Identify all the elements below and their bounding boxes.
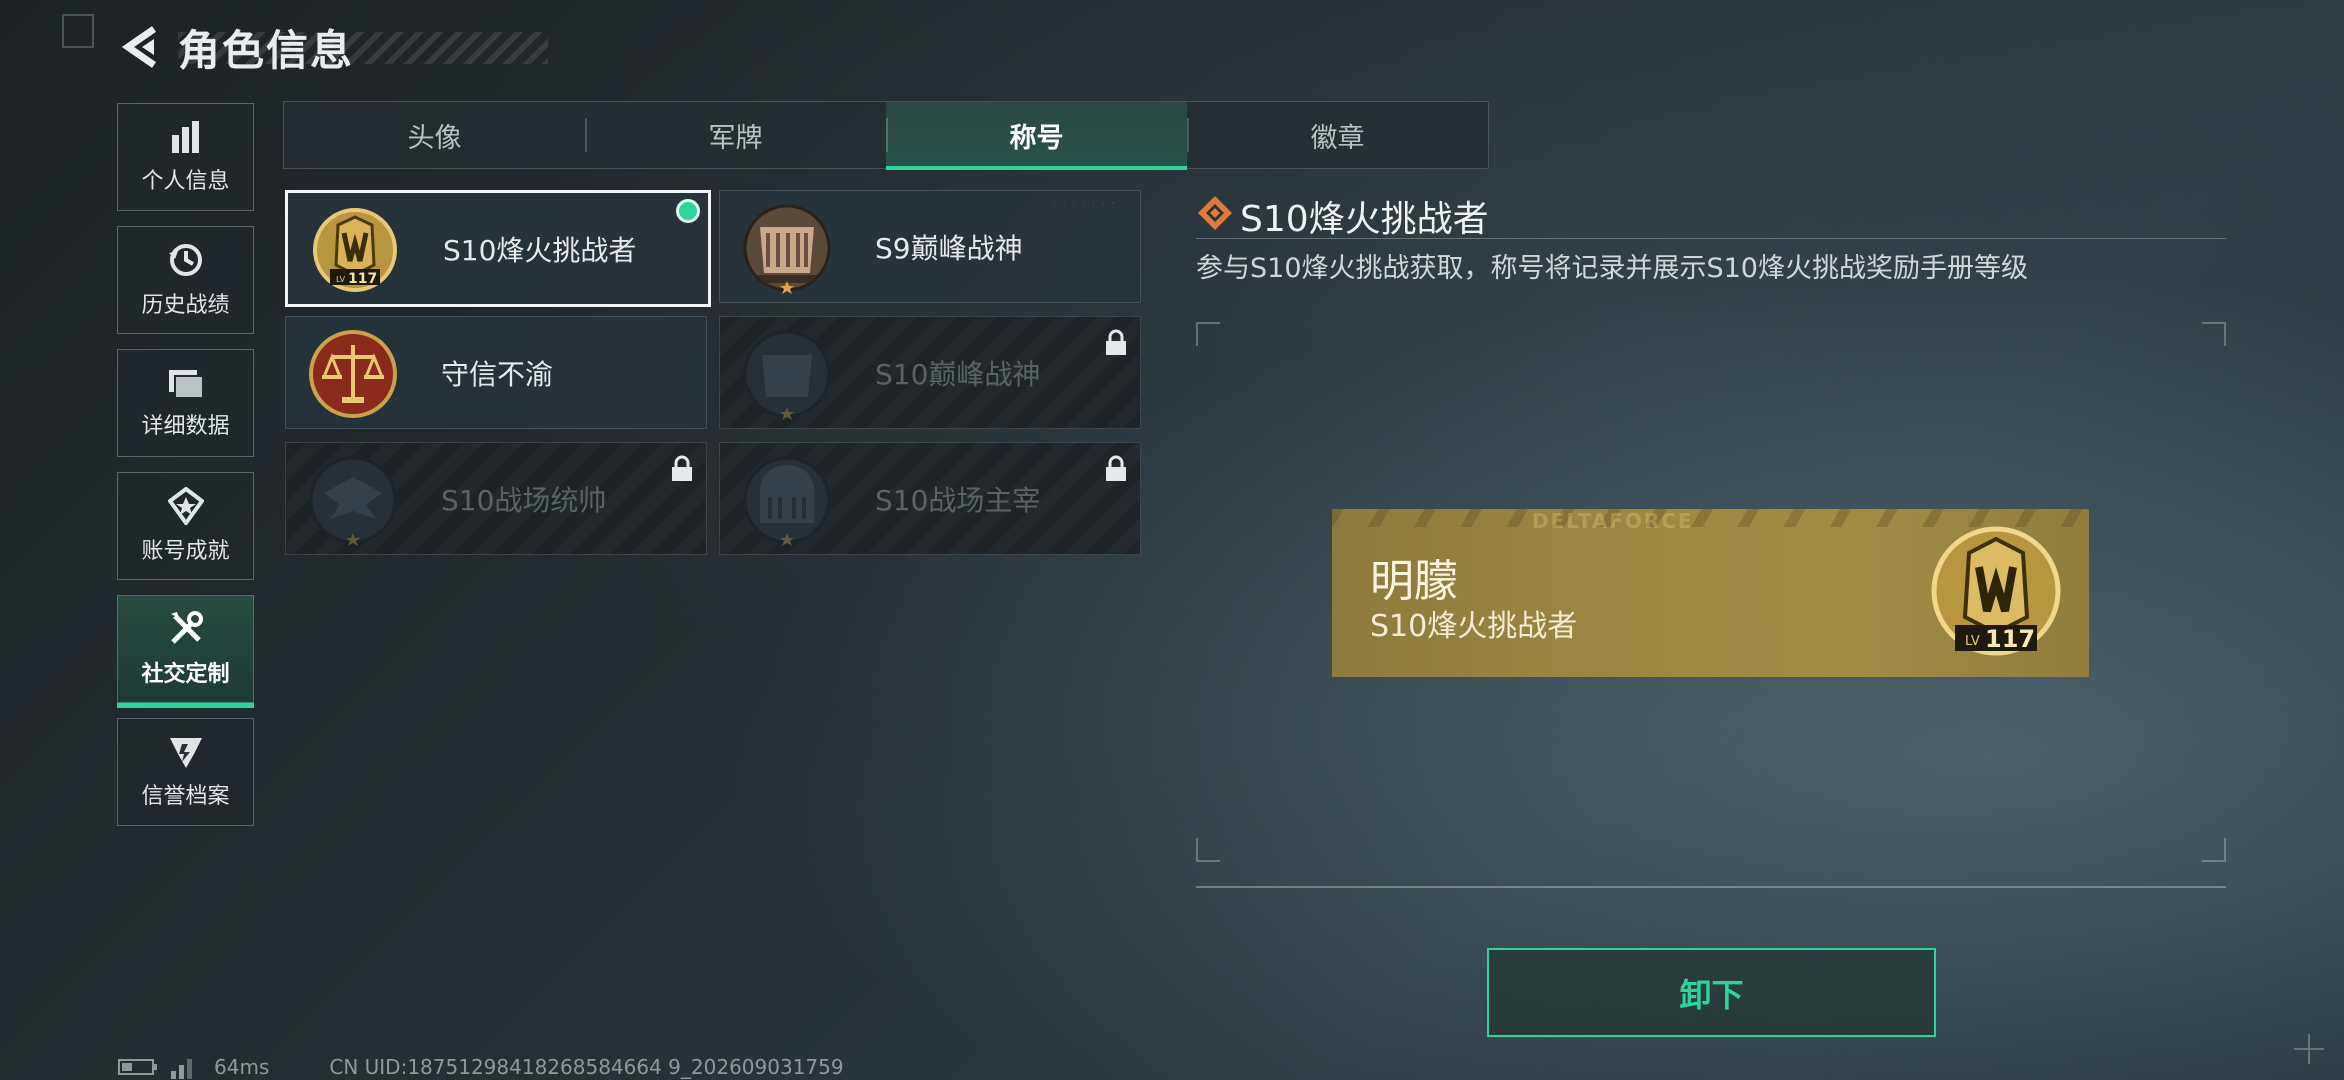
title-preview-banner: DELTAFORCE 明朦 S10烽火挑战者 LV 117 xyxy=(1332,509,2089,677)
tab-avatar[interactable]: 头像 xyxy=(284,102,585,168)
sidebar-item-achievements[interactable]: 账号成就 xyxy=(117,472,254,580)
challenger-emblem-icon: LV 117 xyxy=(1931,526,2061,656)
title-card-name: S9巅峰战神 xyxy=(875,232,1023,265)
divider xyxy=(1196,238,2226,239)
user-uid: CN UID:18751298418268584664 9_2026090317… xyxy=(329,1055,844,1079)
ping-value: 64ms xyxy=(214,1055,270,1079)
svg-text:LV: LV xyxy=(336,275,346,284)
sidebar-item-reputation[interactable]: 信誉档案 xyxy=(117,718,254,826)
tab-dogtag[interactable]: 军牌 xyxy=(585,102,886,168)
page-title: 角色信息 xyxy=(178,25,355,75)
title-card[interactable]: LV 117 S10烽火挑战者 xyxy=(285,190,711,307)
locked-emblem-icon xyxy=(743,456,831,546)
corner-decoration xyxy=(62,14,94,48)
sidebar-item-details[interactable]: 详细数据 xyxy=(117,349,254,457)
title-card[interactable]: S10战场主宰 xyxy=(719,442,1141,555)
sidebar: 个人信息 历史战绩 详细数据 账号成就 社交定制 信誉档案 xyxy=(117,103,254,841)
achievement-icon xyxy=(167,487,204,525)
battery-icon xyxy=(118,1059,157,1075)
peak-god-emblem-icon xyxy=(743,204,831,294)
tab-title[interactable]: 称号 xyxy=(886,102,1187,170)
preview-level: 117 xyxy=(1985,625,2035,653)
bar-chart-icon xyxy=(171,121,199,153)
detail-description: 参与S10烽火挑战获取，称号将记录并展示S10烽火挑战奖励手册等级 xyxy=(1196,253,2028,284)
lock-icon xyxy=(1106,455,1126,481)
lock-icon xyxy=(672,455,692,481)
back-arrow-icon xyxy=(121,26,156,68)
unequip-label: 卸下 xyxy=(1679,975,1744,1014)
locked-emblem-icon xyxy=(309,456,397,546)
lock-icon xyxy=(1106,329,1126,355)
sidebar-item-label: 社交定制 xyxy=(141,662,230,687)
sidebar-item-profile[interactable]: 个人信息 xyxy=(117,103,254,211)
locked-emblem-icon xyxy=(743,330,831,420)
equipped-indicator xyxy=(676,199,700,223)
brand-watermark: DELTAFORCE xyxy=(1532,509,1694,533)
divider xyxy=(1196,886,2226,888)
title-card[interactable]: S10战场统帅 xyxy=(285,442,707,555)
svg-text:LV: LV xyxy=(1965,634,1980,649)
detail-title: S10烽火挑战者 xyxy=(1240,199,1489,240)
tab-badge[interactable]: 徽章 xyxy=(1187,102,1488,168)
back-button[interactable] xyxy=(118,25,162,69)
title-card-name: S10巅峰战神 xyxy=(875,358,1041,391)
sidebar-item-history[interactable]: 历史战绩 xyxy=(117,226,254,334)
challenger-emblem-icon: LV 117 xyxy=(313,208,397,292)
title-card-name: S10战场主宰 xyxy=(875,484,1041,517)
status-bar: 64ms CN UID:18751298418268584664 9_20260… xyxy=(118,1054,844,1080)
sidebar-item-social-customize[interactable]: 社交定制 xyxy=(117,595,254,708)
folder-icon xyxy=(168,370,204,399)
sidebar-item-label: 信誉档案 xyxy=(141,784,230,809)
signal-icon xyxy=(171,1059,192,1079)
justice-scale-emblem-icon xyxy=(309,330,397,418)
title-card-name: 守信不渝 xyxy=(441,358,554,391)
title-card-name: S10战场统帅 xyxy=(441,484,607,517)
sidebar-item-label: 历史战绩 xyxy=(141,293,230,318)
tools-icon xyxy=(170,611,203,644)
reputation-icon xyxy=(169,738,202,768)
unequip-button[interactable]: 卸下 xyxy=(1487,948,1936,1037)
player-name: 明朦 xyxy=(1370,556,1458,607)
tab-bar: 头像 军牌 称号 徽章 xyxy=(283,101,1489,170)
sidebar-item-label: 账号成就 xyxy=(141,539,230,564)
header: 角色信息 xyxy=(118,22,354,75)
card-level: 117 xyxy=(348,271,377,287)
plus-decoration-icon xyxy=(2294,1034,2324,1064)
sidebar-item-label: 详细数据 xyxy=(141,414,230,439)
history-icon xyxy=(168,244,202,276)
diamond-icon xyxy=(1198,196,1232,230)
sidebar-item-label: 个人信息 xyxy=(141,169,230,194)
title-card[interactable]: 守信不渝 xyxy=(285,316,707,429)
title-card[interactable]: S10巅峰战神 xyxy=(719,316,1141,429)
title-card[interactable]: S9巅峰战神 · · · · · · · · xyxy=(719,190,1141,303)
title-card-name: S10烽火挑战者 xyxy=(443,234,637,267)
card-decoration: · · · · · · · · xyxy=(1053,199,1126,209)
equipped-title: S10烽火挑战者 xyxy=(1370,609,1578,644)
